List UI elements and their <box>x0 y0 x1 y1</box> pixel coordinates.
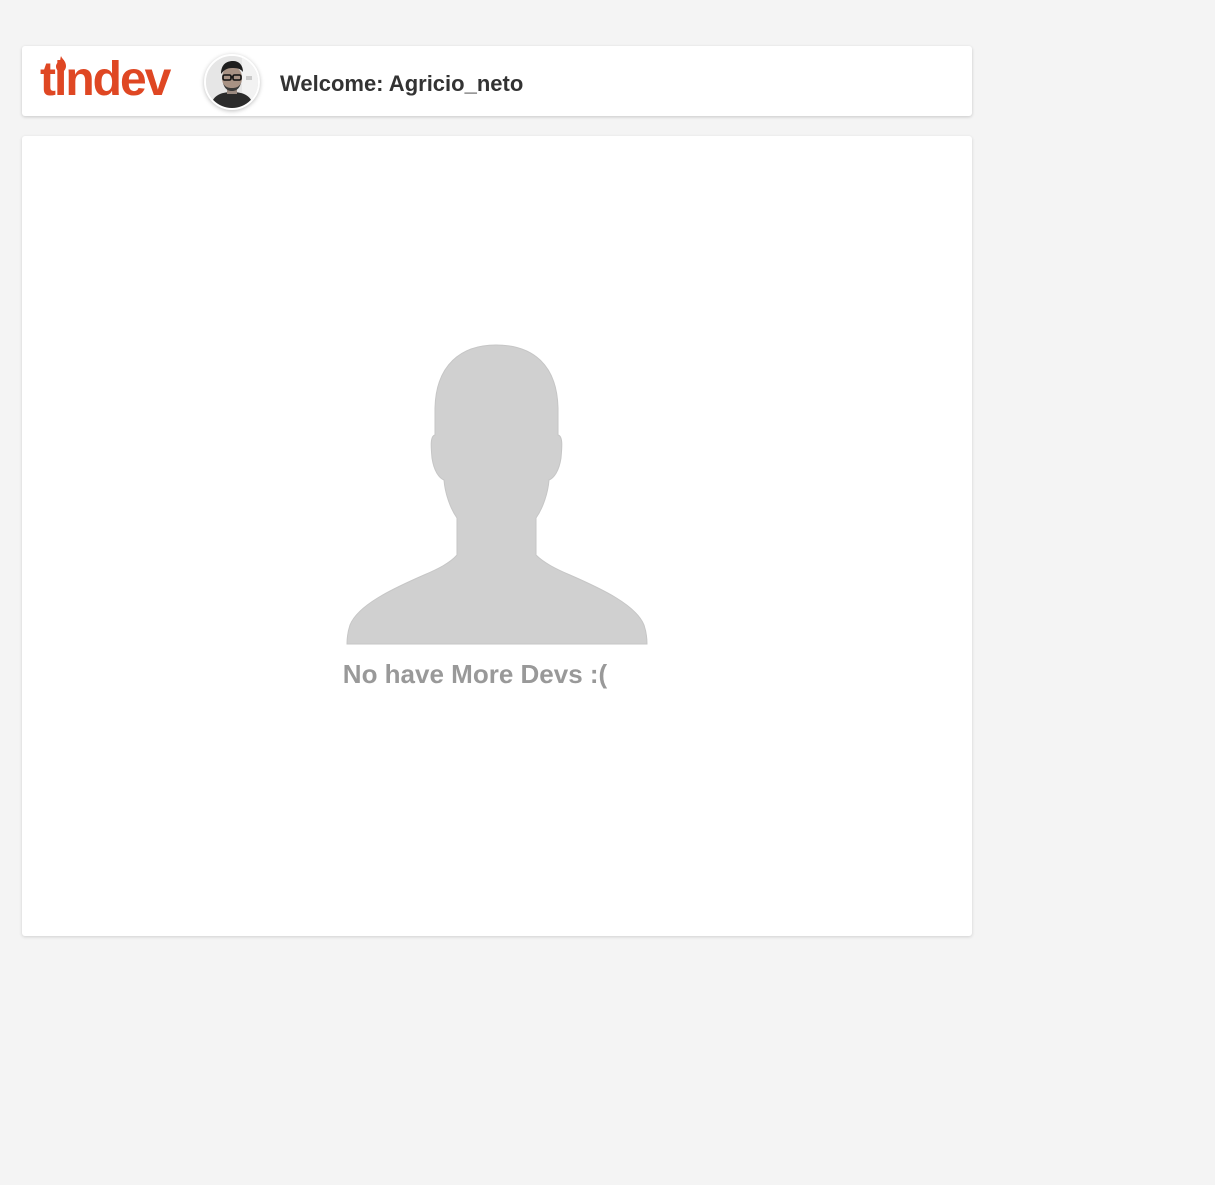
dev-card-area: No have More Devs :( <box>22 136 972 936</box>
welcome-message: Welcome: Agricio_neto <box>280 71 524 96</box>
empty-state-message: No have More Devs :( <box>22 658 972 690</box>
avatar-photo-icon <box>206 56 258 108</box>
top-header: tindev Welcome: Agricio_neto <box>22 46 972 116</box>
flame-icon <box>56 56 66 72</box>
user-avatar[interactable] <box>204 54 260 110</box>
tindev-logo[interactable]: tindev <box>40 52 184 108</box>
empty-state-text: No have More Devs :( <box>342 659 608 689</box>
person-silhouette-icon <box>346 344 648 645</box>
